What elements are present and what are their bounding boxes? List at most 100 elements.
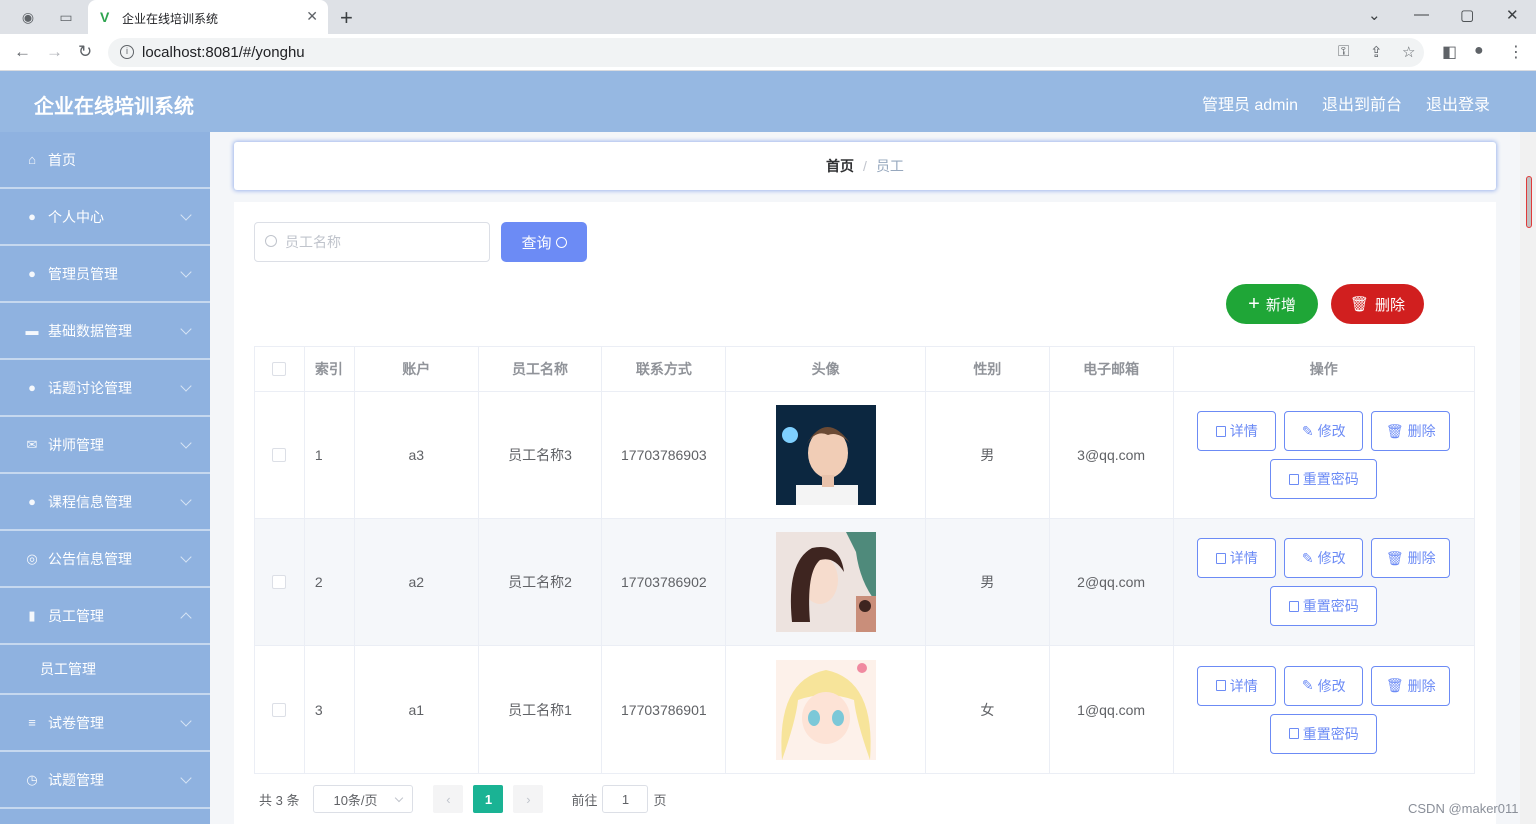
delete-label: 删除 — [1407, 677, 1436, 694]
sidebar-item-label: 讲师管理 — [48, 436, 104, 453]
pencil-icon: ✎ — [1301, 677, 1314, 693]
reset-password-button[interactable]: 重置密码 — [1270, 713, 1378, 754]
admin-user-link[interactable]: 管理员 admin — [1202, 91, 1298, 115]
sidebar-subitem-employees[interactable]: 员工管理 — [0, 645, 210, 695]
forward-icon[interactable]: → — [46, 42, 63, 62]
url-text[interactable]: localhost:8081/#/yonghu — [142, 44, 305, 61]
browser-tab-strip: ◉ ▭ V 企业在线培训系统 ✕ + ⌄ — ▢ ✕ — [0, 0, 1536, 34]
detail-label: 详情 — [1229, 550, 1258, 566]
prev-page-button[interactable]: ‹ — [433, 785, 464, 813]
globe-icon[interactable]: ◉ — [20, 9, 36, 25]
name-cell: 员工名称1 — [479, 646, 603, 773]
clock-icon: ◷ — [26, 771, 38, 787]
sidebar-item-home[interactable]: ⌂ 首页 — [0, 132, 210, 189]
reload-icon[interactable]: ↻ — [78, 42, 92, 62]
back-to-front-link[interactable]: 退出到前台 — [1322, 91, 1402, 115]
batch-delete-button[interactable]: 🗑 删除 — [1331, 284, 1424, 324]
close-tab-icon[interactable]: ✕ — [306, 8, 318, 25]
user-icon: ● — [28, 208, 36, 224]
avatar[interactable] — [775, 405, 876, 505]
chevron-down-icon — [180, 380, 192, 392]
sidebar-item-papers[interactable]: ≡ 试卷管理 — [0, 695, 210, 752]
document-icon — [1288, 473, 1299, 485]
profile-icon[interactable]: ● — [1474, 42, 1484, 60]
browser-tab[interactable]: V 企业在线培训系统 ✕ — [88, 0, 328, 34]
detail-button[interactable]: 详情 — [1197, 665, 1277, 706]
delete-row-button[interactable]: 🗑 删除 — [1371, 411, 1451, 451]
search-input[interactable] — [285, 232, 475, 252]
page-size-value: 10条/页 — [333, 792, 378, 808]
detail-button[interactable]: 详情 — [1197, 538, 1277, 578]
new-tab-icon[interactable]: + — [340, 5, 353, 31]
sidebar-item-label: 课程信息管理 — [48, 493, 132, 510]
edit-button[interactable]: ✎ 修改 — [1284, 538, 1364, 578]
search-icon — [265, 235, 277, 247]
page-size-select[interactable]: 10条/页 — [313, 785, 414, 813]
key-icon[interactable]: ⚿ — [1338, 43, 1349, 60]
chevron-down-icon — [180, 494, 192, 506]
logout-link[interactable]: 退出登录 — [1426, 91, 1490, 115]
search-box[interactable] — [254, 222, 490, 262]
select-all-checkbox[interactable] — [272, 362, 287, 376]
reset-password-button[interactable]: 重置密码 — [1270, 459, 1378, 499]
breadcrumb-home[interactable]: 首页 — [826, 156, 854, 176]
index-cell: 1 — [305, 392, 355, 518]
sidebar-item-admin[interactable]: ● 管理员管理 — [0, 246, 210, 303]
back-icon[interactable]: ← — [14, 42, 31, 62]
search-button[interactable]: 查询 — [501, 222, 587, 262]
sidebar: ⌂ 首页 ● 个人中心 ● 管理员管理 ▬ 基础数据管理 ● 话题讨论管理 ✉ 讲师管理 ●… — [0, 132, 210, 824]
maximize-icon[interactable]: ▢ — [1460, 6, 1474, 24]
sidebar-item-employees[interactable]: ▮ 员工管理 — [0, 588, 210, 645]
avatar-cell — [726, 392, 926, 518]
omnibox[interactable]: i localhost:8081/#/yonghu ⚿ ⇪ ☆ — [108, 38, 1424, 67]
page-number-active[interactable]: 1 — [473, 785, 504, 813]
index-cell: 3 — [305, 646, 355, 773]
bulb-icon: ● — [28, 379, 36, 395]
edit-button[interactable]: ✎ 修改 — [1284, 665, 1364, 706]
delete-row-button[interactable]: 🗑 删除 — [1371, 538, 1451, 578]
sidebar-item-notices[interactable]: ◎ 公告信息管理 — [0, 531, 210, 588]
avatar[interactable] — [775, 659, 876, 760]
share-icon[interactable]: ⇪ — [1370, 43, 1383, 61]
avatar-cell — [726, 646, 926, 773]
edit-label: 修改 — [1317, 550, 1346, 566]
page-scrollbar[interactable] — [1520, 132, 1536, 824]
sidebar-item-lecturers[interactable]: ✉ 讲师管理 — [0, 417, 210, 474]
total-count: 共 3 条 — [259, 792, 300, 808]
menu-dots-icon[interactable]: ⋮ — [1508, 42, 1524, 62]
site-info-icon[interactable]: i — [120, 45, 134, 59]
reset-password-button[interactable]: 重置密码 — [1270, 586, 1378, 626]
tab-search-icon[interactable]: ⌄ — [1368, 6, 1381, 24]
trash-icon: 🗑 — [1385, 549, 1404, 566]
close-window-icon[interactable]: ✕ — [1506, 6, 1519, 24]
minimize-icon[interactable]: — — [1414, 6, 1429, 23]
row-checkbox-cell — [255, 646, 305, 773]
detail-button[interactable]: 详情 — [1197, 411, 1277, 451]
sidebar-item-courses[interactable]: ● 课程信息管理 — [0, 474, 210, 531]
row-checkbox[interactable] — [272, 448, 287, 462]
row-checkbox[interactable] — [272, 702, 287, 717]
goto-page-input[interactable]: 1 — [602, 785, 649, 813]
avatar[interactable] — [775, 532, 876, 632]
sidebar-item-profile[interactable]: ● 个人中心 — [0, 189, 210, 246]
sidebar-item-questions[interactable]: ◷ 试题管理 — [0, 752, 210, 809]
folder-icon: ▬ — [25, 322, 39, 338]
delete-row-button[interactable]: 🗑 删除 — [1371, 665, 1451, 706]
add-button[interactable]: + 新增 — [1226, 284, 1318, 324]
bookmark-star-icon[interactable]: ☆ — [1402, 43, 1415, 61]
row-checkbox[interactable] — [272, 575, 287, 589]
account-cell: a1 — [355, 646, 479, 773]
sidebar-item-basedata[interactable]: ▬ 基础数据管理 — [0, 303, 210, 360]
name-cell: 员工名称2 — [479, 519, 603, 645]
edit-button[interactable]: ✎ 修改 — [1284, 411, 1364, 451]
goto-prefix: 前往 — [571, 792, 598, 808]
list-icon: ≡ — [28, 714, 36, 730]
next-page-button[interactable]: › — [513, 785, 544, 813]
chevron-down-icon — [395, 793, 404, 803]
edit-label: 修改 — [1317, 677, 1346, 694]
tab-group-icon[interactable]: ▭ — [58, 9, 74, 25]
sidepanel-icon[interactable]: ◧ — [1442, 42, 1457, 62]
table-row: 3 a1 员工名称1 17703786901 女 1@qq.com 详情 ✎ 修… — [255, 646, 1474, 773]
sidebar-item-topics[interactable]: ● 话题讨论管理 — [0, 360, 210, 417]
scrollbar-thumb[interactable] — [1526, 176, 1532, 228]
